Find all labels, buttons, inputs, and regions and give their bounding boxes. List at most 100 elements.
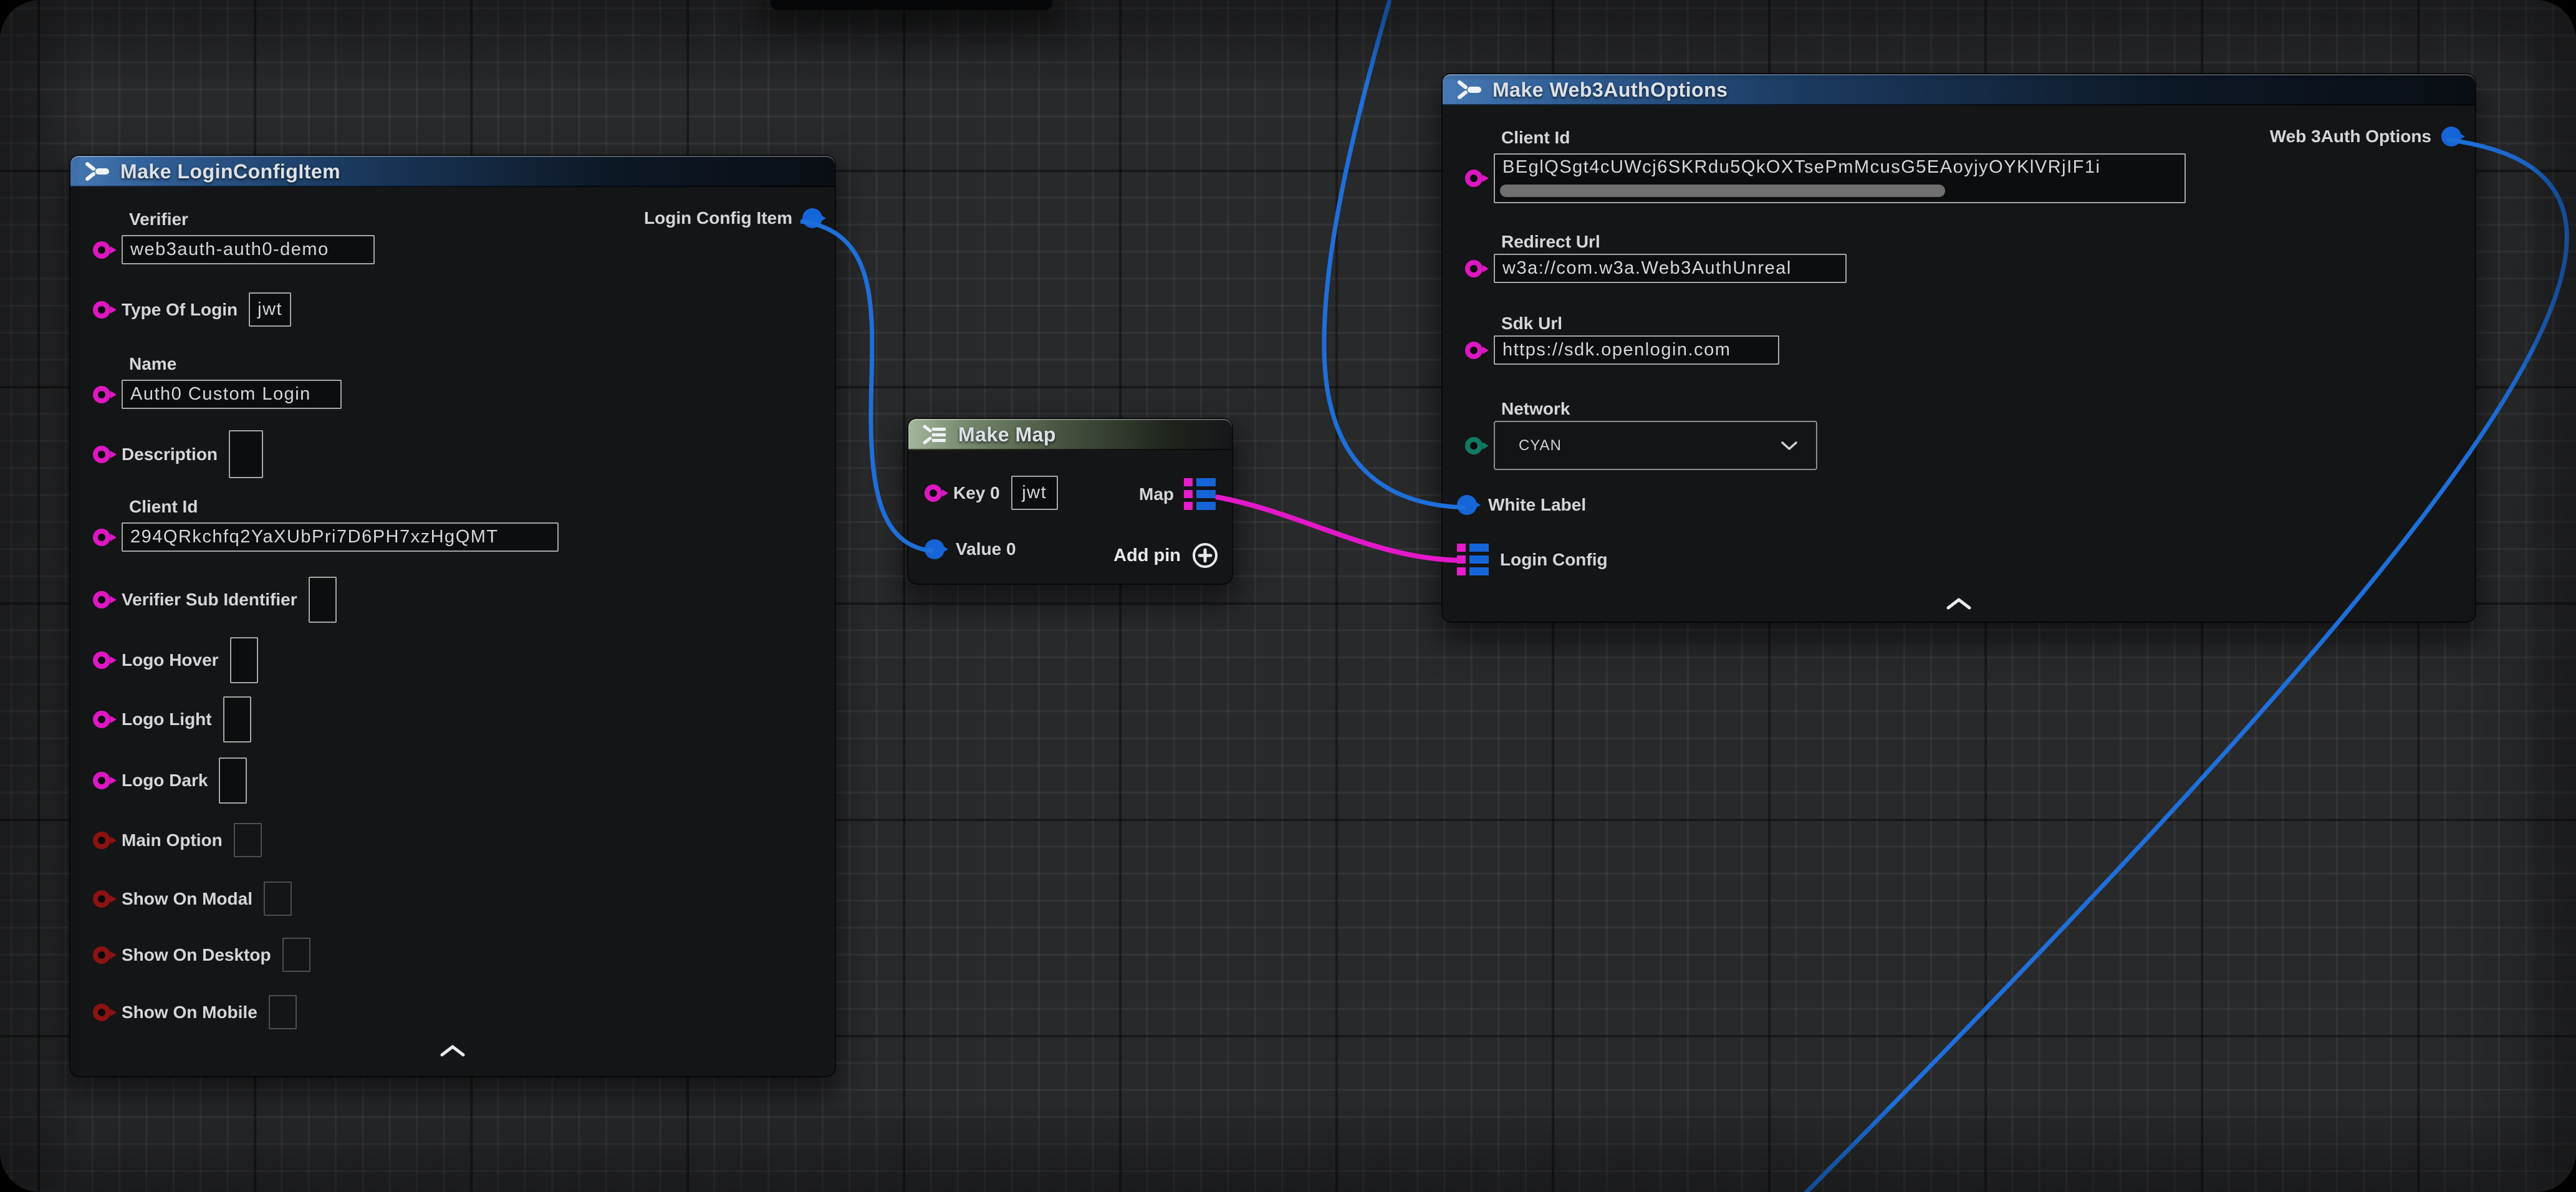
pin-label: Show On Desktop [122,945,271,965]
add-pin-button[interactable]: Add pin [1113,541,1219,570]
show-on-modal-checkbox[interactable] [264,882,292,916]
show-on-mobile-checkbox[interactable] [269,995,297,1029]
pin-label: Logo Hover [122,650,219,670]
node-header-make-web3authoptions[interactable]: Make Web3AuthOptions [1443,74,2475,105]
output-row-login-config-item: Login Config Item [644,208,819,228]
string-pin-logo-dark[interactable] [93,772,110,789]
input-row-sdk-url: Sdk Url https://sdk.openlogin.com [1465,313,1779,365]
key-0-field[interactable]: jwt [1011,476,1058,510]
output-pin-label: Map [1139,484,1174,504]
input-row-verifier-sub-identifier: Verifier Sub Identifier [93,577,337,623]
node-header-make-map[interactable]: Make Map [908,419,1232,450]
circled-plus-icon [1191,541,1219,570]
string-pin-logo-hover[interactable] [93,651,110,669]
string-pin-verifier[interactable] [93,241,110,259]
wire-map-to-login-config[interactable] [1216,497,1465,560]
show-on-desktop-checkbox[interactable] [282,938,310,972]
output-pin-label: Web 3Auth Options [2270,127,2431,147]
pin-label: Type Of Login [122,300,238,320]
redirect-url-field[interactable]: w3a://com.w3a.Web3AuthUnreal [1494,254,1847,283]
bool-pin-show-on-desktop[interactable] [93,946,110,964]
verifier-sub-identifier-field[interactable] [309,577,337,623]
input-row-verifier: Verifier web3auth-auth0-demo [93,209,375,264]
collapse-node-button[interactable] [434,1044,471,1057]
input-row-show-on-mobile: Show On Mobile [93,995,297,1029]
input-row-redirect-url: Redirect Url w3a://com.w3a.Web3AuthUnrea… [1465,231,1847,283]
input-row-logo-dark: Logo Dark [93,757,247,804]
network-selected-value: CYAN [1519,437,1562,454]
node-title: Make Web3AuthOptions [1492,79,1728,102]
logo-dark-field[interactable] [219,757,247,804]
bool-pin-main-option[interactable] [93,832,110,849]
pin-label: Value 0 [956,539,1016,559]
map-output-pin[interactable] [1184,478,1216,510]
enum-pin-network[interactable] [1465,437,1483,454]
output-row-map: Map [1139,478,1216,510]
add-pin-label: Add pin [1113,546,1181,566]
string-pin-verifier-sub-identifier[interactable] [93,591,110,608]
string-pin-client-id[interactable] [93,529,110,546]
input-row-value-0: Value 0 [925,539,1016,559]
input-row-main-option: Main Option [93,823,262,857]
struct-pin-white-label[interactable] [1457,495,1477,515]
node-make-web3authoptions[interactable]: Make Web3AuthOptions Web 3Auth Options C… [1443,74,2475,622]
pin-label: Show On Modal [122,889,252,909]
output-pin-label: Login Config Item [644,208,792,228]
input-row-type-of-login: Type Of Login jwt [93,292,291,327]
main-option-checkbox[interactable] [234,823,262,857]
node-title: Make LoginConfigItem [120,160,340,183]
string-pin-description[interactable] [93,446,110,463]
make-struct-icon [83,160,110,183]
input-row-logo-hover: Logo Hover [93,637,258,683]
bool-pin-show-on-mobile[interactable] [93,1004,110,1021]
logo-light-field[interactable] [223,696,251,743]
node-header-make-loginconfigitem[interactable]: Make LoginConfigItem [70,156,835,187]
pin-label: Logo Light [122,709,212,729]
input-row-logo-light: Logo Light [93,696,251,743]
offscreen-node-bottom-edge [771,0,1052,10]
string-pin-type-of-login[interactable] [93,301,110,319]
pin-label: Sdk Url [1501,313,1779,334]
input-row-client-id: Client Id BEglQSgt4cUWcj6SKRdu5QkOXTsePm… [1465,127,2186,203]
pin-label: White Label [1488,495,1586,515]
pin-label: Show On Mobile [122,1002,257,1022]
client-id-field[interactable]: 294QRkchfq2YaXUbPri7D6PH7xzHgQMT [122,522,559,552]
string-pin-sdk-url[interactable] [1465,342,1483,359]
output-row-web3auth-options: Web 3Auth Options [2270,127,2458,147]
input-row-show-on-modal: Show On Modal [93,882,292,916]
input-row-show-on-desktop: Show On Desktop [93,938,310,972]
string-pin-redirect-url[interactable] [1465,260,1483,277]
pin-label: Verifier Sub Identifier [122,590,297,610]
pin-label: Network [1501,398,1817,420]
string-pin-client-id[interactable] [1465,170,1483,187]
chevron-up-icon [440,1044,466,1057]
node-make-map[interactable]: Make Map Key 0 jwt Map Value 0 [908,419,1232,584]
field-horizontal-scrollbar[interactable] [1500,185,1945,197]
input-row-client-id: Client Id 294QRkchfq2YaXUbPri7D6PH7xzHgQ… [93,496,559,552]
collapse-node-button[interactable] [1940,597,1978,610]
logo-hover-field[interactable] [230,637,258,683]
string-pin-name[interactable] [93,386,110,403]
network-dropdown[interactable]: CYAN [1494,421,1817,470]
client-id-field[interactable]: BEglQSgt4cUWcj6SKRdu5QkOXTsePmMcusG5EAoy… [1494,153,2186,203]
graph-canvas[interactable]: Make LoginConfigItem Login Config Item V… [0,0,2576,1192]
string-pin-key-0[interactable] [925,484,942,502]
description-field[interactable] [229,430,263,478]
string-pin-logo-light[interactable] [93,711,110,728]
chevron-down-icon [1780,440,1799,451]
pin-label: Name [129,353,342,375]
type-of-login-field[interactable]: jwt [249,292,291,327]
pin-label: Verifier [129,209,375,230]
name-field[interactable]: Auth0 Custom Login [122,380,342,409]
pin-label: Key 0 [953,483,1000,503]
input-row-white-label: White Label [1457,495,1586,515]
blueprint-editor: Make LoginConfigItem Login Config Item V… [0,0,2576,1192]
chevron-up-icon [1946,597,1972,610]
bool-pin-show-on-modal[interactable] [93,890,110,908]
verifier-field[interactable]: web3auth-auth0-demo [122,235,375,264]
pin-label: Client Id [1501,127,2186,148]
sdk-url-field[interactable]: https://sdk.openlogin.com [1494,335,1779,365]
pin-label: Login Config [1500,550,1608,570]
node-make-loginconfigitem[interactable]: Make LoginConfigItem Login Config Item V… [70,156,835,1076]
input-row-name: Name Auth0 Custom Login [93,353,342,409]
